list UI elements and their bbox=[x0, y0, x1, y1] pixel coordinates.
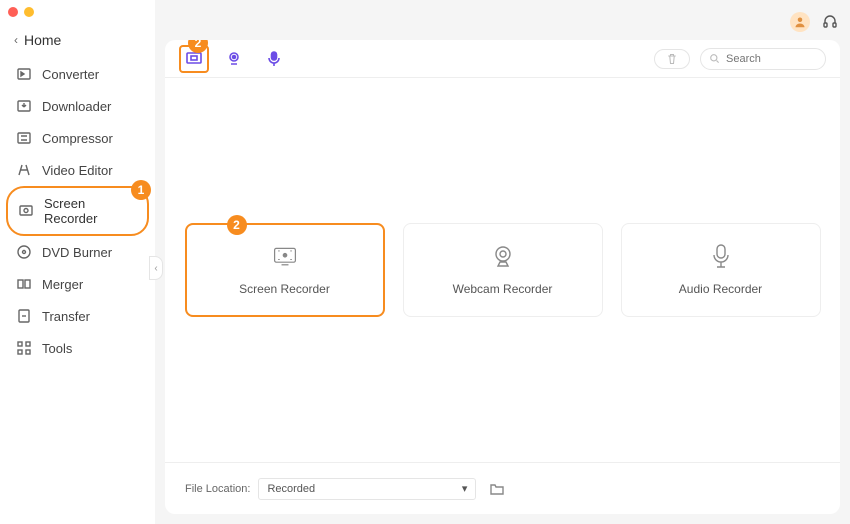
content-panel: 2 2 Screen Recorder bbox=[165, 40, 840, 514]
card-audio-recorder[interactable]: Audio Recorder bbox=[621, 223, 821, 317]
compressor-icon bbox=[16, 130, 32, 146]
sidebar-item-merger[interactable]: Merger bbox=[6, 268, 149, 300]
chevron-down-icon: ▾ bbox=[462, 482, 468, 495]
card-screen-recorder[interactable]: 2 Screen Recorder bbox=[185, 223, 385, 317]
panel-footer: File Location: Recorded ▾ bbox=[165, 462, 840, 514]
video-editor-icon bbox=[16, 162, 32, 178]
sidebar-item-label: Compressor bbox=[42, 131, 113, 146]
annotation-badge-2: 2 bbox=[188, 40, 208, 53]
minimize-window-button[interactable] bbox=[24, 7, 34, 17]
sidebar-item-screen-recorder[interactable]: Screen Recorder 1 bbox=[6, 186, 149, 236]
close-window-button[interactable] bbox=[8, 7, 18, 17]
sidebar-item-label: Merger bbox=[42, 277, 83, 292]
sidebar-item-label: Screen Recorder bbox=[44, 196, 137, 226]
sidebar-item-downloader[interactable]: Downloader bbox=[6, 90, 149, 122]
sidebar-item-label: Converter bbox=[42, 67, 99, 82]
open-folder-button[interactable] bbox=[488, 480, 506, 498]
mode-screen-button[interactable]: 2 bbox=[179, 45, 209, 73]
search-field[interactable] bbox=[700, 48, 826, 70]
sidebar-item-label: Video Editor bbox=[42, 163, 113, 178]
webcam-recorder-icon bbox=[490, 244, 516, 270]
screen-recorder-icon bbox=[18, 203, 34, 219]
file-location-label: File Location: bbox=[185, 483, 250, 495]
titlebar bbox=[0, 0, 155, 24]
chevron-left-icon: ‹ bbox=[14, 33, 18, 47]
sidebar-item-label: Downloader bbox=[42, 99, 111, 114]
dvd-burner-icon bbox=[16, 244, 32, 260]
sidebar-item-label: Tools bbox=[42, 341, 72, 356]
sidebar: ‹ Home Converter Downloader Compressor V… bbox=[0, 0, 155, 524]
topbar bbox=[165, 6, 840, 38]
sidebar-item-converter[interactable]: Converter bbox=[6, 58, 149, 90]
panel-header: 2 bbox=[165, 40, 840, 78]
card-label: Audio Recorder bbox=[679, 282, 762, 296]
sidebar-nav: Converter Downloader Compressor Video Ed… bbox=[0, 58, 155, 364]
dropdown-value: Recorded bbox=[267, 483, 315, 495]
transfer-icon bbox=[16, 308, 32, 324]
audio-recorder-icon bbox=[708, 244, 734, 270]
downloader-icon bbox=[16, 98, 32, 114]
home-nav[interactable]: ‹ Home bbox=[0, 24, 155, 58]
card-label: Webcam Recorder bbox=[453, 282, 553, 296]
search-input[interactable] bbox=[726, 53, 840, 65]
user-avatar[interactable] bbox=[790, 12, 810, 32]
sidebar-item-label: DVD Burner bbox=[42, 245, 112, 260]
merger-icon bbox=[16, 276, 32, 292]
search-icon bbox=[709, 53, 720, 64]
sidebar-item-label: Transfer bbox=[42, 309, 90, 324]
annotation-badge-2: 2 bbox=[227, 215, 247, 235]
converter-icon bbox=[16, 66, 32, 82]
annotation-badge-1: 1 bbox=[131, 180, 151, 200]
sidebar-item-compressor[interactable]: Compressor bbox=[6, 122, 149, 154]
sidebar-item-video-editor[interactable]: Video Editor bbox=[6, 154, 149, 186]
screen-recorder-icon bbox=[272, 244, 298, 270]
collapse-sidebar-button[interactable]: ‹ bbox=[149, 256, 163, 280]
mode-audio-button[interactable] bbox=[259, 45, 289, 73]
home-label: Home bbox=[24, 32, 61, 48]
recorder-cards: 2 Screen Recorder Webcam Recorder Audio … bbox=[165, 78, 840, 462]
main-area: 2 2 Screen Recorder bbox=[155, 0, 850, 524]
sidebar-item-transfer[interactable]: Transfer bbox=[6, 300, 149, 332]
trash-button[interactable] bbox=[654, 49, 690, 69]
file-location-dropdown[interactable]: Recorded ▾ bbox=[258, 478, 476, 500]
card-label: Screen Recorder bbox=[239, 282, 330, 296]
card-webcam-recorder[interactable]: Webcam Recorder bbox=[403, 223, 603, 317]
mode-webcam-button[interactable] bbox=[219, 45, 249, 73]
sidebar-item-tools[interactable]: Tools bbox=[6, 332, 149, 364]
support-icon[interactable] bbox=[820, 12, 840, 32]
sidebar-item-dvd-burner[interactable]: DVD Burner bbox=[6, 236, 149, 268]
tools-icon bbox=[16, 340, 32, 356]
